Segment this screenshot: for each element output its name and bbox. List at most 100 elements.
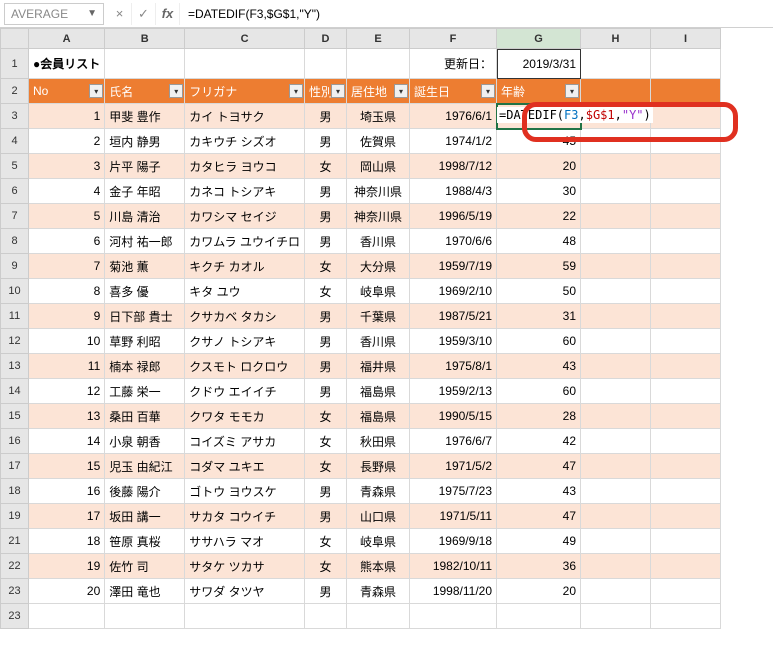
- cell[interactable]: 小泉 朝香: [105, 429, 185, 454]
- cell[interactable]: 女: [305, 279, 347, 304]
- cell[interactable]: 女: [305, 154, 347, 179]
- cell[interactable]: [581, 479, 651, 504]
- cell[interactable]: 垣内 静男: [105, 129, 185, 154]
- cell[interactable]: 福島県: [347, 379, 410, 404]
- cell[interactable]: [651, 354, 721, 379]
- row-header[interactable]: 3: [1, 104, 29, 129]
- cell[interactable]: クドウ エイイチ: [185, 379, 305, 404]
- cell[interactable]: 50: [497, 279, 581, 304]
- cell[interactable]: サカタ コウイチ: [185, 504, 305, 529]
- cell[interactable]: 女: [305, 404, 347, 429]
- cell[interactable]: 4: [29, 179, 105, 204]
- spreadsheet-grid[interactable]: ABCDEFGHI 1●会員リスト更新日：2019/3/312No▾氏名▾フリガ…: [0, 28, 721, 629]
- cell[interactable]: 31: [497, 304, 581, 329]
- cell[interactable]: 長野県: [347, 454, 410, 479]
- cell[interactable]: 1969/9/18: [410, 529, 497, 554]
- cell[interactable]: 菊池 薫: [105, 254, 185, 279]
- row-header[interactable]: 17: [1, 454, 29, 479]
- cell[interactable]: 12: [29, 379, 105, 404]
- cell[interactable]: [305, 604, 347, 629]
- cell[interactable]: [651, 49, 721, 79]
- cell[interactable]: 香川県: [347, 329, 410, 354]
- cell[interactable]: ゴトウ ヨウスケ: [185, 479, 305, 504]
- cell[interactable]: 男: [305, 179, 347, 204]
- cell[interactable]: 工藤 栄一: [105, 379, 185, 404]
- cell[interactable]: 1998/11/20: [410, 579, 497, 604]
- cell[interactable]: [651, 504, 721, 529]
- column-header-G[interactable]: G: [497, 29, 581, 49]
- cell[interactable]: 19: [29, 554, 105, 579]
- cell[interactable]: 桑田 百華: [105, 404, 185, 429]
- cell[interactable]: [581, 229, 651, 254]
- cell[interactable]: 片平 陽子: [105, 154, 185, 179]
- cell[interactable]: クサノ トシアキ: [185, 329, 305, 354]
- row-header[interactable]: 1: [1, 49, 29, 79]
- cell[interactable]: 13: [29, 404, 105, 429]
- cell[interactable]: カキウチ シズオ: [185, 129, 305, 154]
- cell[interactable]: [651, 454, 721, 479]
- row-header[interactable]: 4: [1, 129, 29, 154]
- column-header-I[interactable]: I: [651, 29, 721, 49]
- cell[interactable]: 笹原 真桜: [105, 529, 185, 554]
- filter-dropdown-icon[interactable]: ▾: [481, 84, 495, 98]
- cell[interactable]: 1971/5/11: [410, 504, 497, 529]
- in-cell-formula-edit[interactable]: =DATEDIF(F3,$G$1,"Y"): [497, 107, 653, 123]
- cell[interactable]: [185, 49, 305, 79]
- cell[interactable]: 20: [497, 579, 581, 604]
- cell[interactable]: 1959/2/13: [410, 379, 497, 404]
- cell[interactable]: 1976/6/7: [410, 429, 497, 454]
- row-header[interactable]: 23: [1, 579, 29, 604]
- cell[interactable]: ササハラ マオ: [185, 529, 305, 554]
- cell[interactable]: 36: [497, 554, 581, 579]
- filter-dropdown-icon[interactable]: ▾: [565, 84, 579, 98]
- cell[interactable]: コイズミ アサカ: [185, 429, 305, 454]
- cell[interactable]: キクチ カオル: [185, 254, 305, 279]
- cell[interactable]: [581, 379, 651, 404]
- cell[interactable]: 澤田 竜也: [105, 579, 185, 604]
- cell[interactable]: [305, 49, 347, 79]
- accept-formula-button[interactable]: ✓: [132, 3, 156, 25]
- cell[interactable]: [581, 79, 651, 104]
- cell[interactable]: カワムラ ユウイチロ: [185, 229, 305, 254]
- table-header-性別[interactable]: 性別▾: [305, 79, 347, 104]
- cell[interactable]: 岡山県: [347, 154, 410, 179]
- cell[interactable]: [651, 579, 721, 604]
- select-all-corner[interactable]: [1, 29, 29, 49]
- cell[interactable]: 17: [29, 504, 105, 529]
- row-header[interactable]: 14: [1, 379, 29, 404]
- cell[interactable]: 59: [497, 254, 581, 279]
- insert-function-button[interactable]: fx: [156, 3, 180, 25]
- filter-dropdown-icon[interactable]: ▾: [331, 84, 345, 98]
- row-header[interactable]: 15: [1, 404, 29, 429]
- filter-dropdown-icon[interactable]: ▾: [89, 84, 103, 98]
- column-header-F[interactable]: F: [410, 29, 497, 49]
- cell[interactable]: 男: [305, 579, 347, 604]
- cell[interactable]: 18: [29, 529, 105, 554]
- cell[interactable]: [651, 154, 721, 179]
- filter-dropdown-icon[interactable]: ▾: [394, 84, 408, 98]
- cell[interactable]: 47: [497, 504, 581, 529]
- cell[interactable]: 15: [29, 454, 105, 479]
- cell[interactable]: 3: [29, 154, 105, 179]
- cell[interactable]: [581, 579, 651, 604]
- cell[interactable]: 1982/10/11: [410, 554, 497, 579]
- column-header-C[interactable]: C: [185, 29, 305, 49]
- row-header[interactable]: 7: [1, 204, 29, 229]
- cell[interactable]: 金子 年昭: [105, 179, 185, 204]
- cell[interactable]: 女: [305, 429, 347, 454]
- cancel-formula-button[interactable]: ×: [108, 3, 132, 25]
- cell[interactable]: 5: [29, 204, 105, 229]
- cell[interactable]: 千葉県: [347, 304, 410, 329]
- cell[interactable]: 22: [497, 204, 581, 229]
- cell[interactable]: [581, 529, 651, 554]
- cell[interactable]: 甲斐 豊作: [105, 104, 185, 129]
- cell[interactable]: [651, 104, 721, 129]
- row-header[interactable]: 10: [1, 279, 29, 304]
- cell[interactable]: 7: [29, 254, 105, 279]
- cell[interactable]: 9: [29, 304, 105, 329]
- cell[interactable]: 1996/5/19: [410, 204, 497, 229]
- row-header[interactable]: 9: [1, 254, 29, 279]
- row-header[interactable]: 11: [1, 304, 29, 329]
- cell[interactable]: 楠本 禄郎: [105, 354, 185, 379]
- update-date-value[interactable]: 2019/3/31: [497, 49, 581, 79]
